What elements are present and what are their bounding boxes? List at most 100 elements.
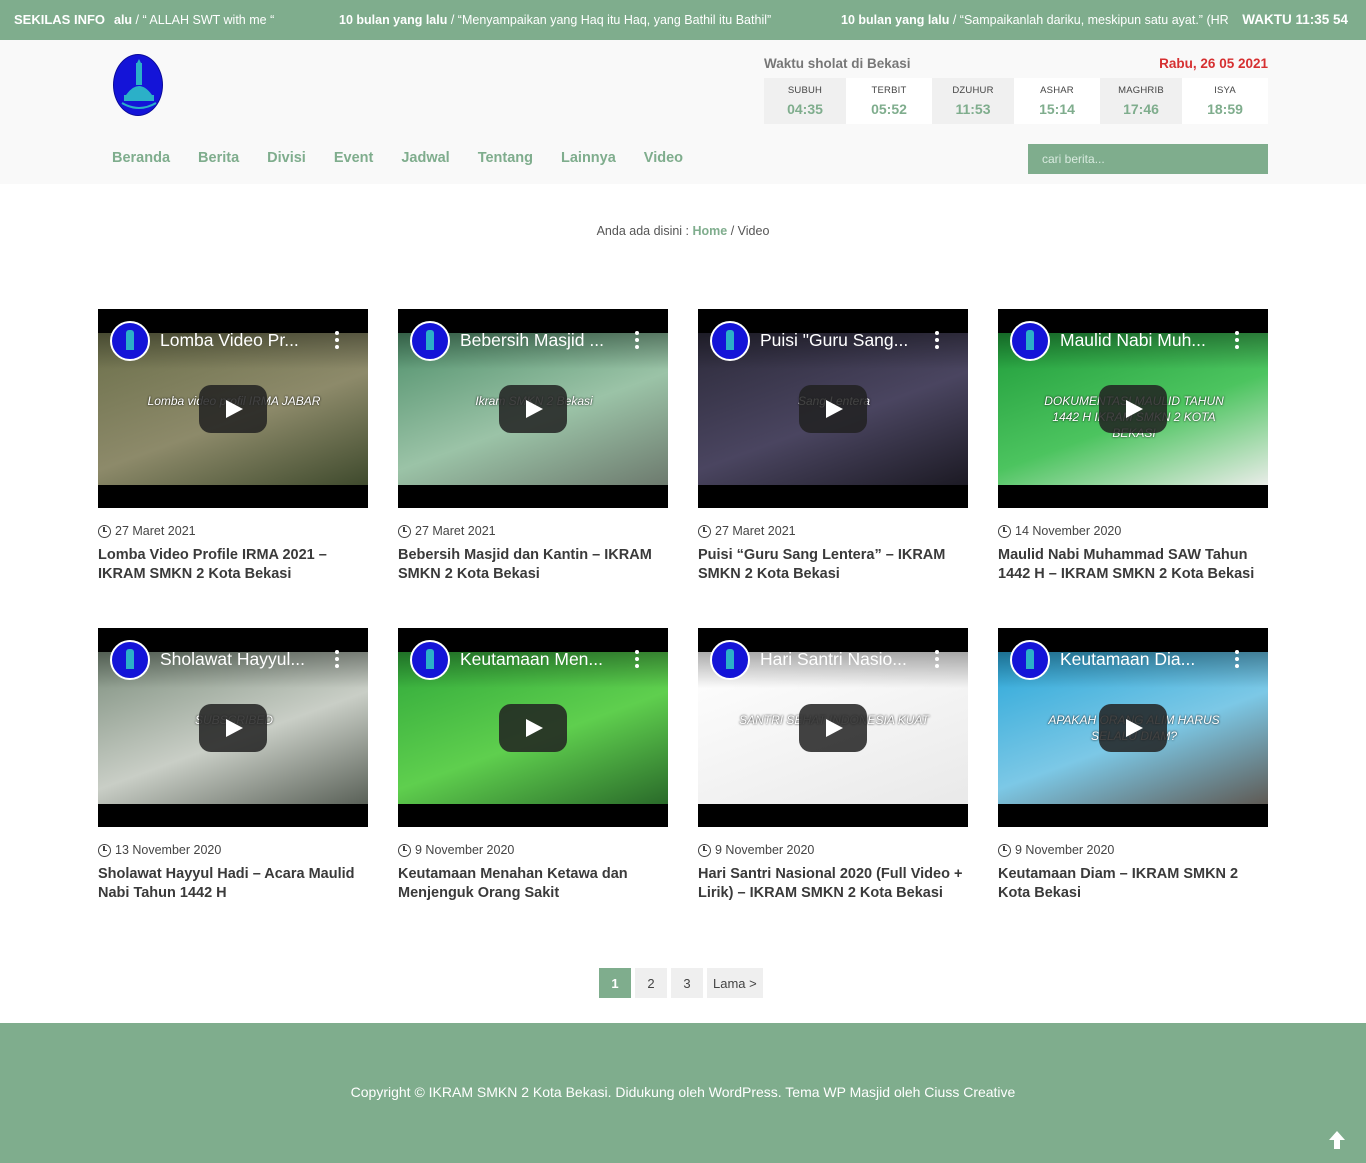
ticker-item-text: / “Sampaikanlah dariku, meskipun satu ay… (949, 13, 1229, 27)
post-date-text: 27 Maret 2021 (715, 524, 796, 538)
ticker-item-when: 10 bulan yang lalu (339, 13, 448, 27)
nav-item-tentang[interactable]: Tentang (478, 150, 533, 166)
play-icon[interactable] (1099, 704, 1167, 752)
ticker-item[interactable]: 10 bulan yang lalu / “Sampaikanlah darik… (841, 13, 1229, 27)
kebab-menu-icon[interactable] (1234, 331, 1240, 351)
player-video-title[interactable]: Hari Santri Nasio... (760, 649, 920, 670)
post-title-link[interactable]: Keutamaan Menahan Ketawa dan Menjenguk O… (398, 865, 668, 903)
clock-icon (998, 524, 1011, 538)
post-title-link[interactable]: Maulid Nabi Muhammad SAW Tahun 1442 H – … (998, 546, 1268, 584)
breadcrumb-home-link[interactable]: Home (693, 224, 728, 238)
channel-avatar[interactable] (710, 640, 750, 680)
channel-avatar[interactable] (110, 321, 150, 361)
nav-item-jadwal[interactable]: Jadwal (401, 150, 449, 166)
channel-avatar[interactable] (110, 640, 150, 680)
prayer-time-ashar: ASHAR 15:14 (1016, 78, 1100, 124)
nav-item-video[interactable]: Video (644, 150, 683, 166)
nav-item-event[interactable]: Event (334, 150, 374, 166)
player-video-title[interactable]: Bebersih Masjid ... (460, 330, 620, 351)
post-date-text: 9 November 2020 (415, 843, 515, 857)
channel-avatar[interactable] (410, 640, 450, 680)
video-card: DOKUMENTASI MAULID TAHUN 1442 H IKRAM SM… (998, 309, 1268, 584)
sholat-title: Waktu sholat di Bekasi (764, 56, 911, 71)
ticker-clock: WAKTU 11:35 54 (1242, 12, 1348, 27)
channel-avatar[interactable] (1010, 640, 1050, 680)
page-link-2[interactable]: 2 (635, 968, 667, 998)
page-link-3[interactable]: 3 (671, 968, 703, 998)
post-date: 13 November 2020 (98, 843, 368, 857)
player-video-title[interactable]: Puisi "Guru Sang... (760, 330, 920, 351)
prayer-time: 04:35 (787, 101, 823, 117)
main-nav: Beranda Berita Divisi Event Jadwal Tentang Lai… (112, 150, 711, 166)
post-title-link[interactable]: Lomba Video Profile IRMA 2021 – IKRAM SM… (98, 546, 368, 584)
post-title-link[interactable]: Bebersih Masjid dan Kantin – IKRAM SMKN … (398, 546, 668, 584)
kebab-menu-icon[interactable] (334, 331, 340, 351)
video-card: Ikram SMKN 2 BekasiBebersih Masjid ... 27… (398, 309, 668, 584)
ticker-item[interactable]: alu / “ ALLAH SWT with me “ (114, 13, 274, 27)
video-player[interactable]: Sang LenteraPuisi "Guru Sang... (698, 309, 968, 508)
prayer-name: SUBUH (787, 85, 823, 96)
kebab-menu-icon[interactable] (934, 650, 940, 670)
breadcrumb: Anda ada disini : Home / Video (0, 224, 1366, 238)
video-player[interactable]: APAKAH ORANG ALIM HARUS SELALU DIAM?Keut… (998, 628, 1268, 827)
channel-avatar[interactable] (710, 321, 750, 361)
kebab-menu-icon[interactable] (634, 650, 640, 670)
post-date-text: 14 November 2020 (1015, 524, 1122, 538)
play-icon[interactable] (799, 385, 867, 433)
clock-icon (698, 843, 711, 857)
search-input[interactable] (1028, 144, 1268, 174)
kebab-menu-icon[interactable] (934, 331, 940, 351)
post-date: 27 Maret 2021 (698, 524, 968, 538)
post-title-link[interactable]: Puisi “Guru Sang Lentera” – IKRAM SMKN 2… (698, 546, 968, 584)
video-card: SUBSCRIBEDSholawat Hayyul... 13 November … (98, 628, 368, 903)
nav-item-lainnya[interactable]: Lainnya (561, 150, 616, 166)
player-video-title[interactable]: Lomba Video Pr... (160, 330, 320, 351)
video-player[interactable]: Keutamaan Men... (398, 628, 668, 827)
post-title-link[interactable]: Keutamaan Diam – IKRAM SMKN 2 Kota Bekas… (998, 865, 1268, 903)
ticker-item-text: / “ ALLAH SWT with me “ (132, 13, 275, 27)
play-icon[interactable] (199, 704, 267, 752)
prayer-time: 17:46 (1123, 101, 1159, 117)
kebab-menu-icon[interactable] (1234, 650, 1240, 670)
post-title-link[interactable]: Sholawat Hayyul Hadi – Acara Maulid Nabi… (98, 865, 368, 903)
player-video-title[interactable]: Keutamaan Dia... (1060, 649, 1220, 670)
breadcrumb-prefix: Anda ada disini : (596, 224, 693, 238)
kebab-menu-icon[interactable] (634, 331, 640, 351)
play-icon[interactable] (499, 704, 567, 752)
post-date-text: 9 November 2020 (1015, 843, 1115, 857)
arrow-up-icon[interactable] (1328, 1130, 1346, 1150)
breadcrumb-current: Video (737, 224, 770, 238)
prayer-time: 05:52 (871, 101, 907, 117)
channel-avatar[interactable] (410, 321, 450, 361)
player-video-title[interactable]: Maulid Nabi Muh... (1060, 330, 1220, 351)
ticker-item[interactable]: 10 bulan yang lalu / “Menyampaikan yang … (339, 13, 771, 27)
site-logo[interactable] (113, 54, 163, 116)
post-date: 9 November 2020 (698, 843, 968, 857)
ticker-track: alu / “ ALLAH SWT with me “ 10 bulan yan… (114, 13, 1232, 31)
post-title-link[interactable]: Hari Santri Nasional 2020 (Full Video + … (698, 865, 968, 903)
prayer-name: DZUHUR (952, 85, 994, 96)
video-player[interactable]: DOKUMENTASI MAULID TAHUN 1442 H IKRAM SM… (998, 309, 1268, 508)
video-player[interactable]: SUBSCRIBEDSholawat Hayyul... (98, 628, 368, 827)
site-header: Waktu sholat di Bekasi Rabu, 26 05 2021 … (0, 40, 1366, 184)
player-video-title[interactable]: Keutamaan Men... (460, 649, 620, 670)
player-video-title[interactable]: Sholawat Hayyul... (160, 649, 320, 670)
prayer-time: 18:59 (1207, 101, 1243, 117)
kebab-menu-icon[interactable] (334, 650, 340, 670)
channel-avatar[interactable] (1010, 321, 1050, 361)
video-player[interactable]: Ikram SMKN 2 BekasiBebersih Masjid ... (398, 309, 668, 508)
video-card: Sang LenteraPuisi "Guru Sang... 27 Maret … (698, 309, 968, 584)
nav-item-berita[interactable]: Berita (198, 150, 239, 166)
video-player[interactable]: Lomba video profil IRMA JABARLomba Video… (98, 309, 368, 508)
nav-item-beranda[interactable]: Beranda (112, 150, 170, 166)
play-icon[interactable] (799, 704, 867, 752)
nav-item-divisi[interactable]: Divisi (267, 150, 306, 166)
play-icon[interactable] (1099, 385, 1167, 433)
post-date: 9 November 2020 (998, 843, 1268, 857)
page-current[interactable]: 1 (599, 968, 631, 998)
video-player[interactable]: SANTRI SEHAT INDONESIA KUATHari Santri N… (698, 628, 968, 827)
play-icon[interactable] (199, 385, 267, 433)
page-older-link[interactable]: Lama > (707, 968, 763, 998)
play-icon[interactable] (499, 385, 567, 433)
clock-icon (98, 843, 111, 857)
